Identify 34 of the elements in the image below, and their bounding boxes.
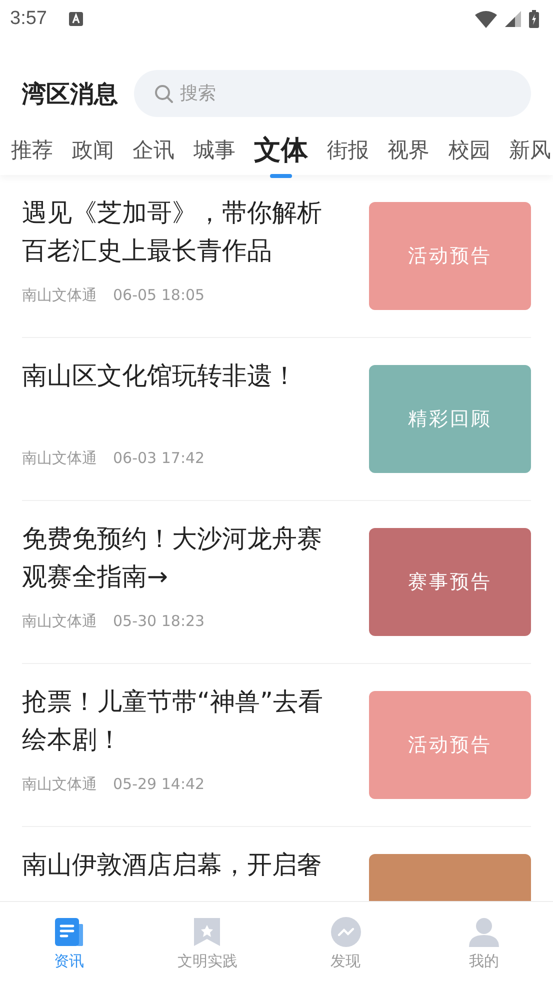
article-title[interactable]: 抢票！儿童节带“神兽”去看绘本剧！ (22, 683, 345, 767)
category-tab[interactable]: 城事 (193, 136, 236, 164)
signal-icon (505, 11, 521, 27)
article-time: 05-30 18:23 (113, 612, 205, 631)
notification-icon (68, 12, 83, 26)
status-time: 3:57 (10, 8, 47, 30)
article-time: 06-05 18:05 (113, 286, 205, 305)
article-source: 南山文体通 (22, 449, 97, 468)
article-title[interactable]: 免费免预约！大沙河龙舟赛观赛全指南→ (22, 520, 345, 604)
wifi-icon (475, 10, 497, 28)
article-source: 南山文体通 (22, 612, 97, 631)
article-time: 06-03 17:42 (113, 449, 205, 468)
article-title[interactable]: 遇见《芝加哥》，带你解析百老汇史上最长青作品 (22, 194, 345, 278)
app-title: 湾区消息 (22, 78, 118, 110)
tab-indicator (270, 174, 292, 178)
article-source: 南山文体通 (22, 775, 97, 794)
category-tab[interactable]: 文体 (254, 132, 308, 168)
search-field[interactable]: 搜索 (134, 70, 531, 117)
article-source: 南山文体通 (22, 286, 97, 305)
article-thumbnail[interactable]: 赛事预告 (369, 528, 531, 636)
category-tab[interactable]: 校园 (448, 136, 490, 164)
article-title[interactable]: 南山伊敦酒店启幕，开启奢 (22, 846, 345, 901)
category-tab[interactable]: 街报 (326, 136, 369, 164)
article-title[interactable]: 南山区文化馆玩转非遗！ (22, 357, 345, 441)
document-icon (53, 916, 86, 948)
user-icon (468, 916, 500, 948)
battery-icon (529, 10, 539, 28)
category-tab[interactable]: 企讯 (132, 136, 174, 164)
category-tab[interactable]: 政闻 (72, 136, 114, 164)
article-time: 05-29 14:42 (113, 775, 205, 794)
discover-icon (330, 916, 362, 948)
category-tab[interactable]: 新风 (509, 136, 551, 164)
category-tab[interactable]: 视界 (388, 136, 430, 164)
category-tab[interactable]: 推荐 (11, 136, 53, 164)
